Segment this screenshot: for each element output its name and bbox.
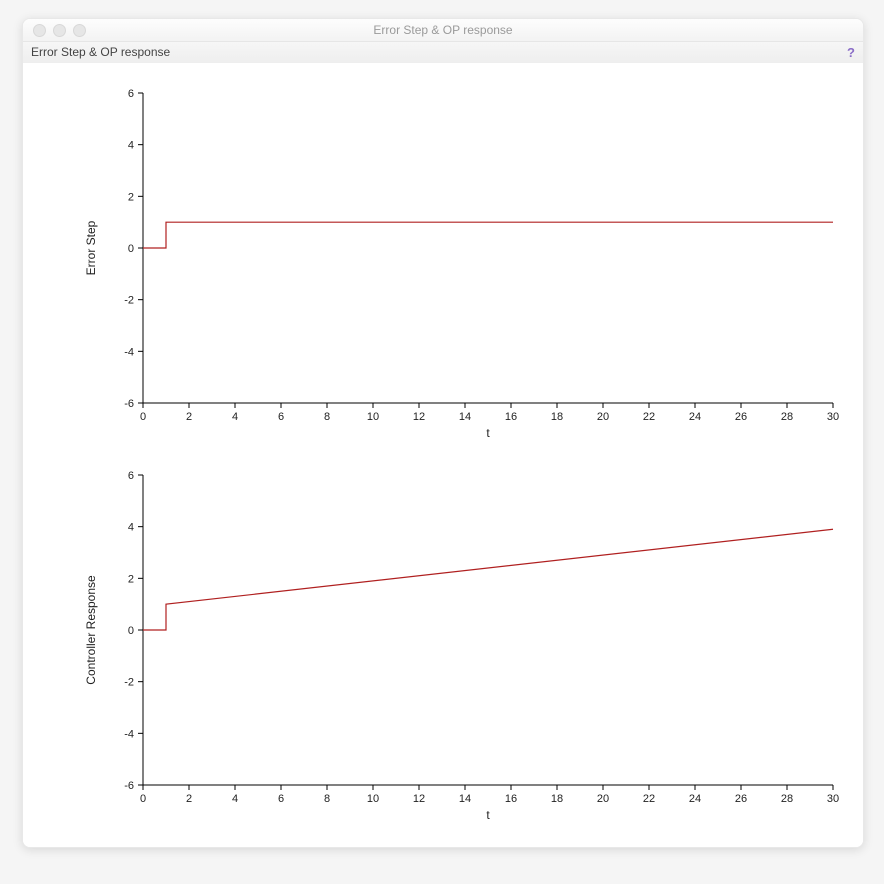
minimize-icon[interactable] [53,24,66,37]
svg-text:12: 12 [413,793,425,805]
plot-area-container: -6-4-20246024681012141618202224262830tEr… [23,63,863,847]
svg-text:2: 2 [128,191,134,203]
svg-text:18: 18 [551,793,563,805]
close-icon[interactable] [33,24,46,37]
svg-text:4: 4 [128,522,134,534]
svg-text:0: 0 [140,793,146,805]
chart-error-step: -6-4-20246024681012141618202224262830tEr… [23,63,863,453]
svg-text:16: 16 [505,793,517,805]
window-titlebar: Error Step & OP response [23,19,863,42]
chart-controller-response: -6-4-20246024681012141618202224262830tCo… [23,445,863,835]
svg-text:26: 26 [735,793,747,805]
svg-text:-4: -4 [124,346,134,358]
traffic-lights [33,24,86,37]
svg-text:22: 22 [643,793,655,805]
svg-text:6: 6 [128,470,134,482]
svg-text:-6: -6 [124,398,134,410]
svg-text:t: t [486,426,490,440]
svg-text:2: 2 [128,573,134,585]
svg-text:22: 22 [643,411,655,423]
svg-text:6: 6 [128,88,134,100]
svg-text:t: t [486,808,490,822]
svg-text:0: 0 [140,411,146,423]
svg-text:6: 6 [278,411,284,423]
svg-text:2: 2 [186,793,192,805]
svg-text:26: 26 [735,411,747,423]
svg-text:-6: -6 [124,780,134,792]
svg-text:20: 20 [597,411,609,423]
svg-text:10: 10 [367,793,379,805]
svg-text:12: 12 [413,411,425,423]
svg-text:28: 28 [781,793,793,805]
svg-text:8: 8 [324,411,330,423]
svg-text:-2: -2 [124,295,134,307]
svg-text:18: 18 [551,411,563,423]
svg-text:4: 4 [128,140,134,152]
svg-text:16: 16 [505,411,517,423]
svg-text:0: 0 [128,243,134,255]
svg-text:24: 24 [689,411,701,423]
svg-text:8: 8 [324,793,330,805]
svg-text:0: 0 [128,625,134,637]
svg-text:-4: -4 [124,728,134,740]
panel-header: Error Step & OP response ? [23,42,863,65]
svg-text:28: 28 [781,411,793,423]
svg-text:24: 24 [689,793,701,805]
app-window: Error Step & OP response Error Step & OP… [22,18,864,848]
svg-text:30: 30 [827,793,839,805]
svg-text:6: 6 [278,793,284,805]
svg-text:4: 4 [232,411,238,423]
svg-text:14: 14 [459,793,471,805]
series-error-step [143,222,833,248]
panel-title: Error Step & OP response [31,45,170,59]
svg-text:-2: -2 [124,677,134,689]
svg-text:10: 10 [367,411,379,423]
series-controller-response [143,529,833,630]
svg-text:Error Step: Error Step [84,220,98,275]
svg-text:2: 2 [186,411,192,423]
svg-text:4: 4 [232,793,238,805]
svg-text:30: 30 [827,411,839,423]
svg-text:14: 14 [459,411,471,423]
svg-text:20: 20 [597,793,609,805]
help-icon[interactable]: ? [847,45,855,60]
window-title: Error Step & OP response [23,19,863,41]
svg-text:Controller Response: Controller Response [84,575,98,685]
zoom-icon[interactable] [73,24,86,37]
